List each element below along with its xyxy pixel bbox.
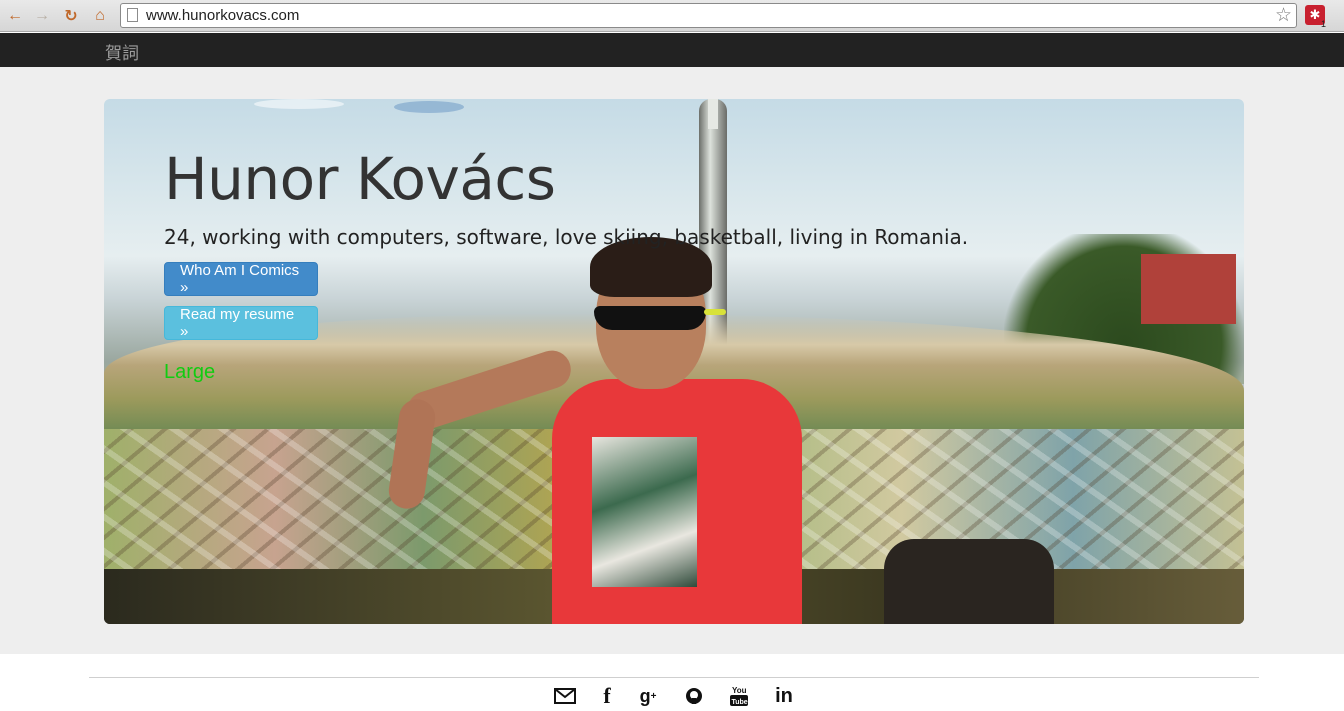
size-label: Large	[164, 361, 216, 383]
back-arrow-icon[interactable]: ←	[4, 5, 26, 27]
site-navbar: 賀詞	[0, 33, 1344, 67]
svg-text:You: You	[732, 686, 747, 695]
footer-divider	[89, 677, 1259, 678]
read-resume-button[interactable]: Read my resume »	[164, 306, 318, 340]
google-plus-icon[interactable]: g +	[636, 683, 660, 709]
backpack	[884, 539, 1054, 624]
navbar-brand[interactable]: 賀詞	[105, 39, 139, 64]
reload-icon[interactable]: ↻	[60, 5, 82, 27]
github-icon[interactable]	[682, 683, 706, 709]
hero-jumbotron: Hunor Kovács 24, working with computers,…	[104, 99, 1244, 624]
cloud	[254, 99, 344, 109]
mail-icon[interactable]	[553, 683, 577, 709]
url-text[interactable]: www.hunorkovacs.com	[146, 7, 299, 24]
shirt-print	[592, 437, 697, 587]
sunglasses-accent	[704, 309, 726, 315]
linkedin-icon[interactable]: in	[772, 683, 796, 709]
address-bar[interactable]: www.hunorkovacs.com ☆	[120, 3, 1297, 28]
red-house	[1141, 254, 1236, 324]
bookmark-star-icon[interactable]: ☆	[1275, 4, 1292, 27]
home-icon[interactable]: ⌂	[89, 5, 111, 27]
hero-subtitle: 24, working with computers, software, lo…	[164, 225, 969, 249]
who-am-i-comics-button[interactable]: Who Am I Comics »	[164, 262, 318, 296]
tower-cross	[708, 99, 718, 129]
svg-text:Tube: Tube	[732, 699, 748, 706]
forward-arrow-icon[interactable]: →	[31, 5, 53, 27]
browser-toolbar: ← → ↻ ⌂ www.hunorkovacs.com ☆ ✱ 1	[0, 0, 1344, 32]
sunglasses	[594, 306, 706, 330]
extension-badge: 1	[1321, 19, 1327, 29]
cloud	[394, 101, 464, 113]
page-icon	[127, 8, 138, 22]
facebook-icon[interactable]: f	[598, 683, 616, 709]
hero-title: Hunor Kovács	[164, 145, 556, 213]
youtube-icon[interactable]: You Tube	[728, 683, 750, 709]
